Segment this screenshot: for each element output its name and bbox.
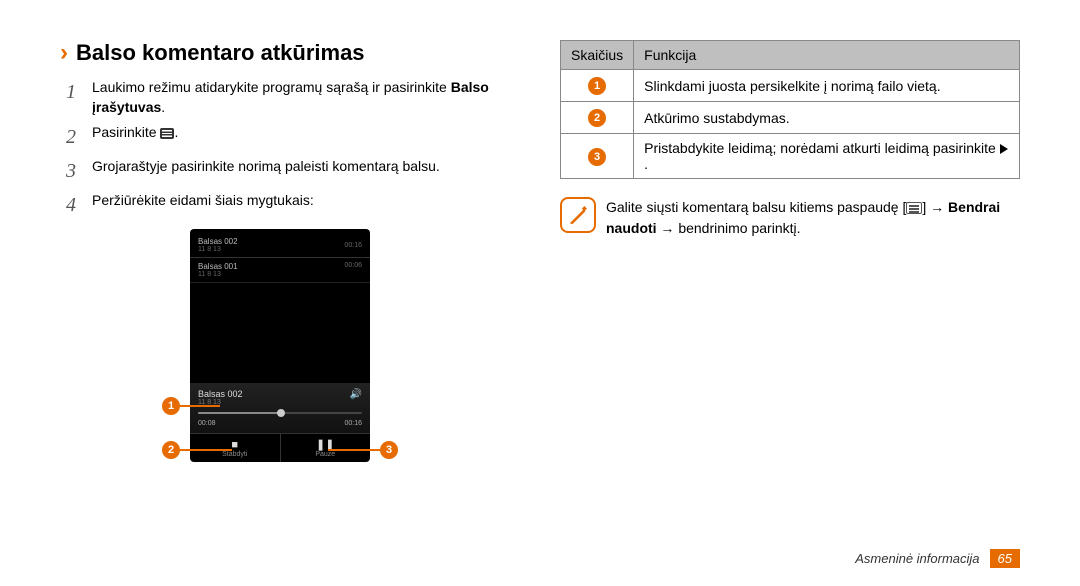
callout-label: 2 <box>168 444 174 456</box>
function-table: Skaičius Funkcija 1 Slinkdami juosta per… <box>560 40 1020 179</box>
table-header-function: Funkcija <box>634 41 1020 70</box>
note-line1-b: ] → <box>922 199 948 215</box>
callout-line <box>180 405 220 407</box>
callout-line <box>328 449 380 451</box>
heading-title: Balso komentaro atkūrimas <box>76 40 365 66</box>
row-badge-3: 3 <box>588 148 606 166</box>
phone-screenshot: Balsas 002 11 8 13 00:16 Balsas 001 11 8… <box>190 229 390 462</box>
table-row: 3 Pristabdykite leidimą; norėdami atkurt… <box>561 134 1020 179</box>
note-line1-a: Galite siųsti komentarą balsu kitiems pa… <box>606 199 906 215</box>
table-row: 2 Atkūrimo sustabdymas. <box>561 102 1020 134</box>
table-row: 1 Slinkdami juosta persikelkite į norimą… <box>561 70 1020 102</box>
note-rest: → bendrinimo parinktį. <box>657 220 801 236</box>
track-duration: 00:06 <box>344 262 362 278</box>
callout-1: 1 <box>162 397 180 415</box>
track-date: 11 8 13 <box>198 246 238 253</box>
step-number: 3 <box>60 157 82 185</box>
step-body: Laukimo režimu atidarykite programų sąra… <box>92 78 520 117</box>
track-name: Balsas 002 <box>198 237 238 246</box>
list-icon <box>160 128 174 139</box>
step-body: Pasirinkite . <box>92 123 520 151</box>
step-number: 2 <box>60 123 82 151</box>
callout-line <box>180 449 232 451</box>
stop-label: Stabdyti <box>222 451 247 458</box>
menu-icon <box>906 202 922 214</box>
row3-text-a: Pristabdykite leidimą; norėdami atkurti … <box>644 140 1000 156</box>
step-1: 1 Laukimo režimu atidarykite programų są… <box>60 78 520 117</box>
row-badge-2: 2 <box>588 109 606 127</box>
pause-button: ❚❚ Pauzė <box>281 434 371 462</box>
stop-button: ■ Stabdyti <box>190 434 281 462</box>
track-row: Balsas 002 11 8 13 00:16 <box>190 233 370 258</box>
volume-icon: 🔊 <box>350 389 362 400</box>
row2-text: Atkūrimo sustabdymas. <box>634 102 1020 134</box>
row1-text: Slinkdami juosta persikelkite į norimą f… <box>634 70 1020 102</box>
step1-text-pre: Laukimo režimu atidarykite programų sąra… <box>92 79 451 95</box>
info-note: Galite siųsti komentarą balsu kitiems pa… <box>560 197 1020 239</box>
table-header-number: Skaičius <box>561 41 634 70</box>
track-row: Balsas 001 11 8 13 00:06 <box>190 258 370 283</box>
section-heading: › Balso komentaro atkūrimas <box>60 40 520 66</box>
step3-text: Grojaraštyje pasirinkite norimą paleisti… <box>92 157 520 185</box>
pause-label: Pauzė <box>315 451 335 458</box>
callout-3: 3 <box>380 441 398 459</box>
footer-section: Asmeninė informacija <box>855 551 979 566</box>
callout-label: 1 <box>168 400 174 412</box>
play-icon <box>1000 144 1008 154</box>
chevron-right-icon: › <box>60 41 68 65</box>
track-duration: 00:16 <box>344 242 362 249</box>
row-badge-1: 1 <box>588 77 606 95</box>
step-3: 3 Grojaraštyje pasirinkite norimą paleis… <box>60 157 520 185</box>
now-playing-panel: 🔊 Balsas 002 11 8 13 00:08 00:16 <box>190 383 370 433</box>
track-name: Balsas 001 <box>198 262 238 271</box>
callout-label: 3 <box>386 444 392 456</box>
row3-text: Pristabdykite leidimą; norėdami atkurti … <box>634 134 1020 179</box>
note-body: Galite siųsti komentarą balsu kitiems pa… <box>606 197 1020 239</box>
step-4: 4 Peržiūrėkite eidami šiais mygtukais: <box>60 191 520 219</box>
seek-slider <box>198 409 362 417</box>
now-playing-title: Balsas 002 <box>198 389 362 399</box>
time-total: 00:16 <box>344 420 362 427</box>
now-playing-date: 11 8 13 <box>198 399 362 406</box>
note-icon <box>560 197 596 233</box>
step4-text: Peržiūrėkite eidami šiais mygtukais: <box>92 191 520 219</box>
time-elapsed: 00:08 <box>198 420 216 427</box>
page-footer: Asmeninė informacija 65 <box>855 549 1020 568</box>
step-2: 2 Pasirinkite . <box>60 123 520 151</box>
footer-page-number: 65 <box>990 549 1020 568</box>
step-number: 1 <box>60 78 82 117</box>
playback-controls: ■ Stabdyti ❚❚ Pauzė <box>190 433 370 462</box>
callout-2: 2 <box>162 441 180 459</box>
row3-text-b: . <box>644 156 648 172</box>
step-number: 4 <box>60 191 82 219</box>
track-date: 11 8 13 <box>198 271 238 278</box>
step2-text: Pasirinkite <box>92 124 157 140</box>
